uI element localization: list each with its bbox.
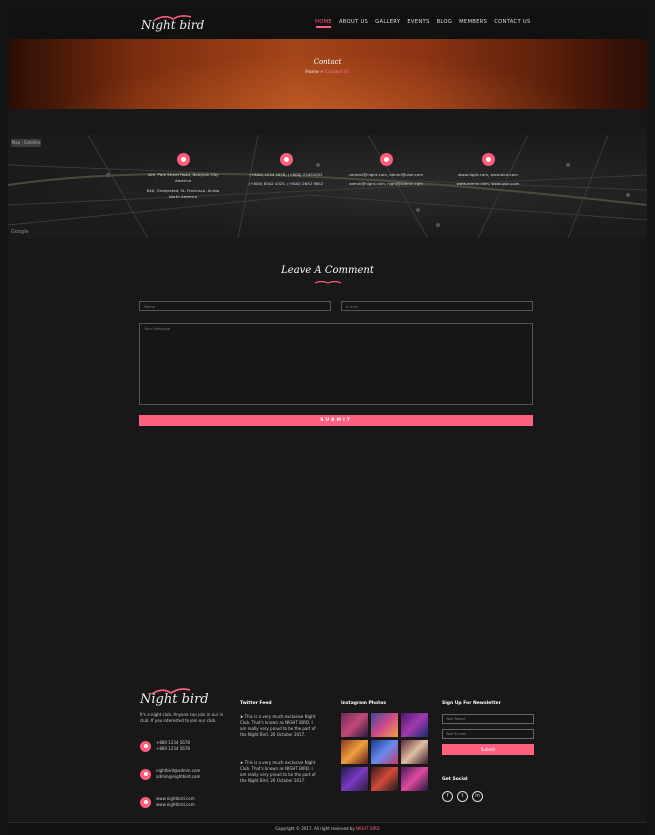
copyright-brand-link[interactable]: NIGHT BIRD xyxy=(356,826,380,831)
instagram-grid xyxy=(341,713,428,791)
instagram-photo-5[interactable] xyxy=(371,740,398,764)
submit-comment-button[interactable]: SUBMIT xyxy=(139,415,533,426)
twitter-icon[interactable]: t xyxy=(457,791,468,802)
breadcrumb-separator: » xyxy=(320,70,324,75)
copyright-bar: Copyright © 2017. All right reserved by … xyxy=(8,822,647,835)
footer-about-text: It's a night club, Anyone can join in ou… xyxy=(140,712,224,723)
email-line-1: contact@night.com, admin@user.com xyxy=(348,172,424,177)
globe-icon xyxy=(481,153,495,166)
website-line-2: www.admin.com, www.user.com xyxy=(456,181,520,186)
twitter-feed-title: Twitter Feed xyxy=(240,701,272,706)
footer-globe-icon xyxy=(140,796,151,808)
twitter-bird-icon: ➤ xyxy=(240,760,244,765)
newsletter-name-input[interactable]: Your Name xyxy=(442,714,534,724)
footer-website: www.nightbird.com www.nightbird.com xyxy=(140,796,195,808)
nav-about-us[interactable]: ABOUT US xyxy=(339,19,368,25)
footer-email: nightbird@admin.com admin@nightbird.com xyxy=(140,768,200,780)
breadcrumb-home[interactable]: Home xyxy=(305,70,319,75)
tweet-1: ➤ This is a very much exclusive Night Cl… xyxy=(240,714,320,738)
website-info: www.night.com, www.bird.com www.admin.co… xyxy=(443,153,533,187)
footer-logo[interactable]: Night bird xyxy=(140,685,209,709)
instagram-photo-2[interactable] xyxy=(371,713,398,737)
tweet-2: ➤ This is a very much exclusive Night Cl… xyxy=(240,760,320,784)
nav-members[interactable]: MEMBERS xyxy=(459,19,487,25)
instagram-title: Instagram Photos xyxy=(341,701,386,706)
phone-icon xyxy=(279,153,293,166)
map-type-toggle[interactable]: Map · Satellite xyxy=(11,139,41,147)
phone-line-1: (+800) 1234 5678, (+800) 23451052 xyxy=(249,172,323,177)
main-menu: HOME ABOUT US GALLERY EVENTS BLOG MEMBER… xyxy=(315,19,531,28)
title-ornament-icon xyxy=(314,280,342,284)
footer-phone-icon xyxy=(140,740,151,752)
nav-blog[interactable]: BLOG xyxy=(437,19,453,25)
tweet-2-text: This is a very much exclusive Night Club… xyxy=(240,760,316,783)
site-logo[interactable]: Night bird xyxy=(141,11,205,35)
instagram-photo-8[interactable] xyxy=(371,767,398,791)
logo-text: Night bird xyxy=(141,18,205,32)
copyright-text: Copyright © 2017. All right reserved by xyxy=(275,826,355,831)
nav-contact-us[interactable]: CONTACT US xyxy=(494,19,530,25)
footer-phone: +880 1234 5678 +880 1234 5678 xyxy=(140,740,190,752)
instagram-photo-4[interactable] xyxy=(341,740,368,764)
address-info: 405, Park Street Road, Newyork City Amer… xyxy=(138,153,228,200)
tweet-1-text: This is a very much exclusive Night Club… xyxy=(240,714,316,737)
nav-events[interactable]: EVENTS xyxy=(407,19,429,25)
newsletter-submit-button[interactable]: Submit xyxy=(442,744,534,755)
page-frame: Night bird HOME ABOUT US GALLERY EVENTS … xyxy=(8,7,647,835)
footer-phone-2: +880 1234 5678 xyxy=(156,746,190,751)
top-navbar: Night bird HOME ABOUT US GALLERY EVENTS … xyxy=(8,7,647,39)
get-social-title: Get Social xyxy=(442,777,468,782)
footer-website-2[interactable]: www.nightbird.com xyxy=(156,802,195,808)
newsletter-title: Sign Up For Newsletter xyxy=(442,701,501,706)
twitter-bird-icon: ➤ xyxy=(240,714,244,719)
location-map[interactable]: Map · Satellite Google 405, Park Street … xyxy=(8,135,647,238)
comment-section-title: Leave A Comment xyxy=(281,265,374,276)
email-icon xyxy=(379,153,393,166)
map-attribution: Google xyxy=(11,229,29,235)
email-info: contact@night.com, admin@user.com admin@… xyxy=(341,153,431,187)
footer-email-2[interactable]: admin@nightbird.com xyxy=(156,774,200,780)
nav-home[interactable]: HOME xyxy=(315,19,332,28)
nav-gallery[interactable]: GALLERY xyxy=(375,19,400,25)
message-textarea[interactable]: Your Message xyxy=(139,323,533,405)
footer-logo-text: Night bird xyxy=(140,692,209,707)
phone-line-2: (+800) 8502 4325, (+800) 2652 9852 xyxy=(248,181,324,186)
breadcrumb-current: Contact Us xyxy=(324,70,350,75)
page-title: Contact xyxy=(313,58,342,66)
instagram-photo-1[interactable] xyxy=(341,713,368,737)
newsletter-email-input[interactable]: Your E-mail xyxy=(442,729,534,739)
location-icon xyxy=(176,153,190,166)
page-hero-banner: Contact Home » Contact Us xyxy=(8,39,647,109)
instagram-photo-9[interactable] xyxy=(401,767,428,791)
breadcrumb: Home » Contact Us xyxy=(8,70,647,75)
instagram-photo-7[interactable] xyxy=(341,767,368,791)
name-input[interactable]: Name xyxy=(139,301,331,311)
linkedin-icon[interactable]: in xyxy=(472,791,483,802)
facebook-icon[interactable]: f xyxy=(442,791,453,802)
phone-info: (+800) 1234 5678, (+800) 23451052 (+800)… xyxy=(241,153,331,187)
address-line-4: North America xyxy=(168,194,198,199)
instagram-photo-6[interactable] xyxy=(401,740,428,764)
footer-email-icon xyxy=(140,768,151,780)
instagram-photo-3[interactable] xyxy=(401,713,428,737)
email-input[interactable]: E-mail xyxy=(341,301,533,311)
email-line-2: admin@night.com, night@admin.com xyxy=(349,181,423,186)
